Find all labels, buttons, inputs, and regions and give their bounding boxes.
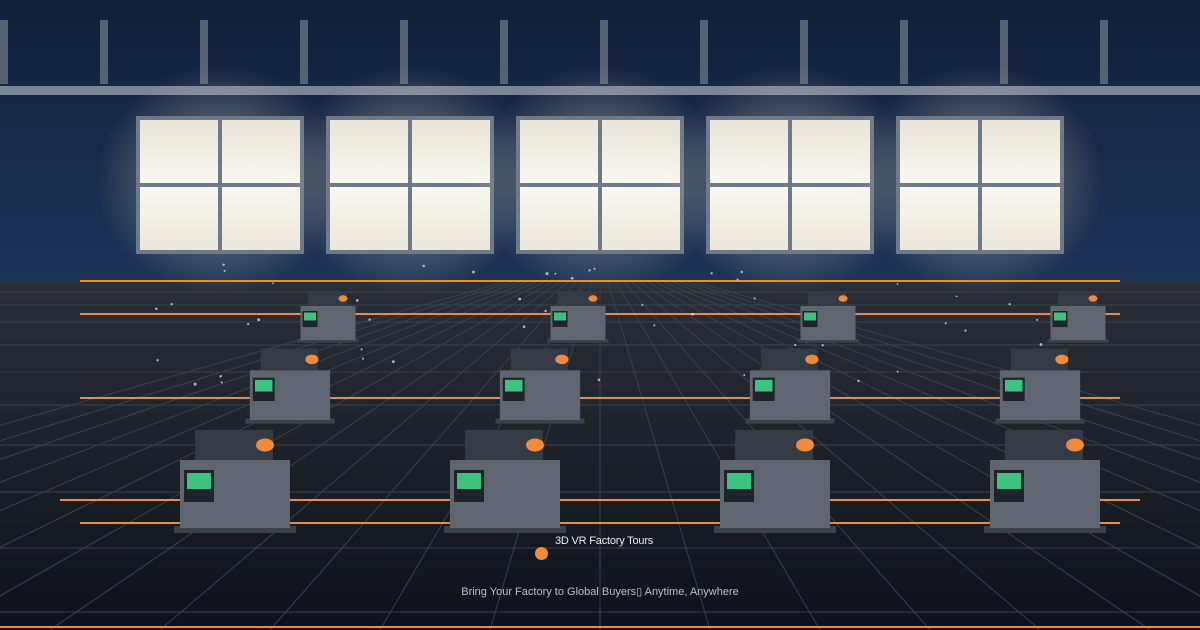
warning-light-icon	[805, 354, 819, 365]
dust-particle	[753, 297, 756, 300]
dust-particle	[641, 303, 644, 306]
dust-particle	[743, 374, 746, 377]
dust-particle	[1008, 303, 1011, 306]
dust-particle	[597, 378, 601, 382]
screen-icon	[1054, 312, 1066, 321]
screen-icon	[754, 379, 773, 392]
dust-particle	[223, 269, 226, 272]
screen-icon	[727, 473, 751, 489]
dust-particle	[821, 344, 824, 347]
factory-windows	[96, 66, 1104, 294]
warning-light-icon	[1066, 438, 1084, 452]
window-transom	[900, 183, 1060, 187]
warning-light-icon	[1088, 295, 1098, 302]
dust-particle	[554, 272, 557, 275]
dust-particle	[272, 282, 274, 285]
dust-particle	[736, 278, 739, 281]
dust-particle	[522, 325, 526, 329]
dust-particle	[170, 302, 173, 306]
screen-icon	[504, 379, 523, 392]
dust-particle	[368, 318, 371, 321]
dust-particle	[220, 381, 223, 384]
warning-light-icon	[838, 295, 848, 302]
screen-icon	[804, 312, 816, 321]
dust-particle	[219, 374, 222, 378]
dust-particle	[896, 370, 899, 373]
tagline: Bring Your Factory to Global Buyers▯ Any…	[461, 586, 739, 598]
warning-light-icon	[305, 354, 319, 365]
warning-light-icon	[555, 354, 569, 365]
brand-dot-icon	[535, 547, 548, 560]
screen-icon	[254, 379, 273, 392]
factory-scene: 3D VR Factory Tours Bring Your Factory t…	[0, 0, 1200, 630]
dust-particle	[955, 295, 958, 298]
dust-particle	[588, 269, 591, 272]
warning-light-icon	[526, 438, 544, 452]
dust-particle	[360, 348, 363, 351]
dust-particle	[222, 263, 225, 266]
window-transom	[140, 183, 300, 187]
dust-particle	[710, 272, 713, 275]
dust-particle	[964, 329, 967, 332]
dust-particle	[1036, 318, 1039, 321]
dust-particle	[422, 264, 425, 268]
warning-light-icon	[338, 295, 348, 302]
dust-particle	[653, 324, 656, 327]
dust-particle	[570, 276, 574, 280]
dust-particle	[257, 318, 261, 322]
warning-light-icon	[1055, 354, 1069, 365]
dust-particle	[362, 357, 365, 360]
dust-particle	[155, 307, 158, 311]
window-transom	[710, 183, 870, 187]
dust-particle	[944, 322, 947, 325]
dust-particle	[472, 270, 475, 274]
dust-particle	[545, 272, 549, 276]
screen-icon	[554, 312, 566, 321]
warning-light-icon	[796, 438, 814, 452]
screen-icon	[997, 473, 1021, 489]
window-transom	[520, 183, 680, 187]
dust-particle	[857, 379, 860, 383]
warning-light-icon	[256, 438, 274, 452]
dust-particle	[593, 267, 596, 270]
dust-particle	[691, 312, 695, 316]
bottom-accent-line	[0, 626, 1200, 628]
warning-light-icon	[588, 295, 598, 302]
dust-particle	[355, 299, 359, 302]
dust-particle	[246, 322, 250, 326]
screen-icon	[457, 473, 481, 489]
truss-post	[0, 20, 8, 84]
screen-icon	[1004, 379, 1023, 392]
screen-icon	[187, 473, 211, 489]
window-transom	[330, 183, 490, 187]
dust-particle	[740, 270, 743, 274]
dust-particle	[896, 283, 899, 285]
dust-particle	[1039, 343, 1043, 346]
screen-icon	[304, 312, 316, 321]
brand-title: 3D VR Factory Tours	[555, 535, 654, 547]
dust-particle	[518, 297, 522, 301]
dust-particle	[794, 344, 797, 347]
dust-particle	[391, 360, 395, 364]
dust-particle	[193, 382, 197, 386]
dust-particle	[156, 359, 159, 362]
dust-particle	[544, 309, 547, 313]
